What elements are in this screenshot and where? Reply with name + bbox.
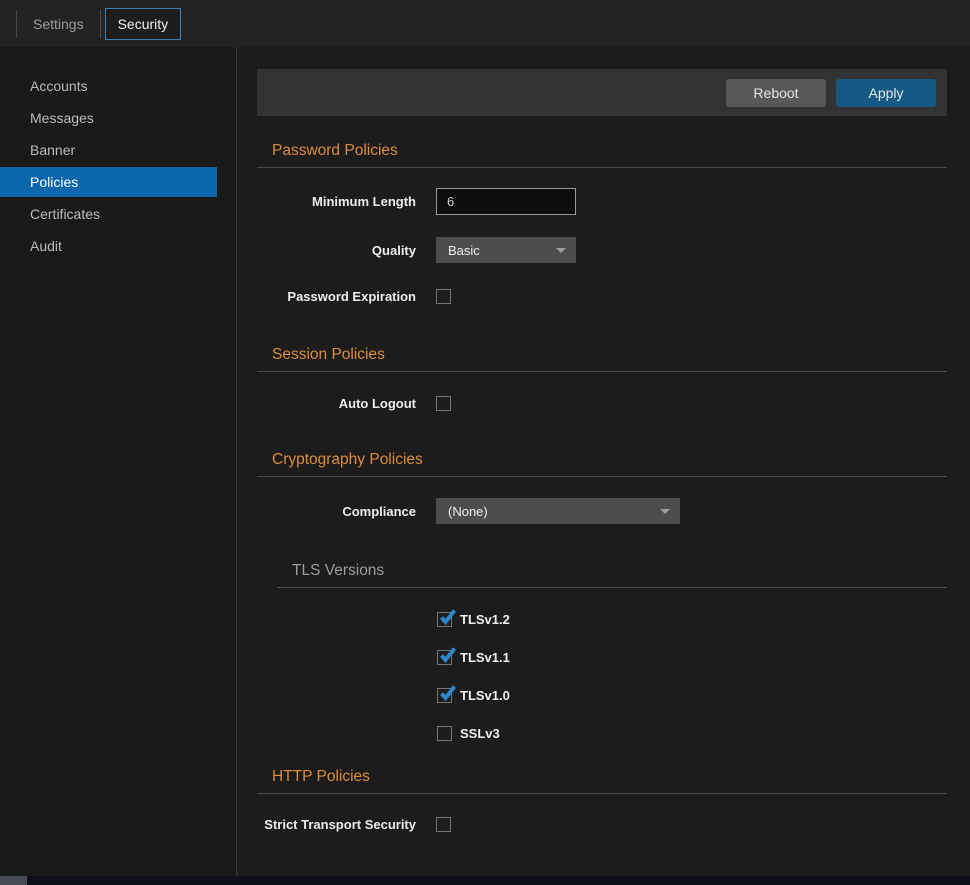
- quality-dropdown-value: Basic: [448, 243, 480, 258]
- tab-settings[interactable]: Settings: [17, 8, 100, 40]
- password-expiration-row: Password Expiration: [257, 289, 947, 304]
- auto-logout-row: Auto Logout: [257, 396, 947, 411]
- section-title-password-policies: Password Policies: [272, 142, 947, 160]
- top-tab-bar: Settings Security: [0, 0, 970, 47]
- tls-option-row: SSLv3: [437, 726, 947, 741]
- checkmark-icon: [439, 685, 456, 702]
- auto-logout-checkbox[interactable]: [436, 396, 451, 411]
- compliance-dropdown[interactable]: (None): [436, 498, 680, 524]
- auto-logout-label: Auto Logout: [257, 396, 416, 411]
- section-title-session-policies: Session Policies: [272, 346, 947, 364]
- tlsv1-1-label: TLSv1.1: [460, 650, 510, 665]
- chevron-down-icon: [660, 509, 670, 514]
- subsection-divider: [277, 587, 947, 588]
- sidebar-item-accounts[interactable]: Accounts: [0, 71, 236, 101]
- tab-divider: [100, 10, 101, 38]
- checkmark-icon: [439, 609, 456, 626]
- tlsv1-0-checkbox[interactable]: [437, 688, 452, 703]
- sidebar-item-certificates[interactable]: Certificates: [0, 199, 236, 229]
- compliance-label: Compliance: [257, 504, 416, 519]
- minimum-length-label: Minimum Length: [257, 194, 416, 209]
- toolbar: Reboot Apply: [257, 69, 947, 116]
- tls-option-row: TLSv1.2: [437, 612, 947, 627]
- scrollbar-thumb[interactable]: [0, 876, 27, 885]
- section-title-cryptography-policies: Cryptography Policies: [272, 451, 947, 469]
- section-divider: [257, 167, 947, 168]
- strict-transport-security-checkbox[interactable]: [436, 817, 451, 832]
- sidebar: Accounts Messages Banner Policies Certif…: [0, 47, 237, 885]
- tab-security[interactable]: Security: [105, 8, 182, 40]
- quality-row: Quality Basic: [257, 237, 947, 263]
- tls-option-row: TLSv1.0: [437, 688, 947, 703]
- tls-option-row: TLSv1.1: [437, 650, 947, 665]
- apply-button[interactable]: Apply: [836, 79, 936, 107]
- sidebar-item-banner[interactable]: Banner: [0, 135, 236, 165]
- compliance-row: Compliance (None): [257, 498, 947, 524]
- tlsv1-2-label: TLSv1.2: [460, 612, 510, 627]
- password-expiration-label: Password Expiration: [257, 289, 416, 304]
- sidebar-item-policies[interactable]: Policies: [0, 167, 217, 197]
- content-panel: Reboot Apply Password Policies Minimum L…: [237, 47, 970, 885]
- strict-transport-security-row: Strict Transport Security: [257, 817, 947, 832]
- minimum-length-row: Minimum Length: [257, 188, 947, 215]
- reboot-button[interactable]: Reboot: [726, 79, 826, 107]
- quality-label: Quality: [257, 243, 416, 258]
- section-divider: [257, 476, 947, 477]
- strict-transport-security-label: Strict Transport Security: [257, 817, 416, 832]
- section-divider: [257, 793, 947, 794]
- sidebar-item-audit[interactable]: Audit: [0, 231, 236, 261]
- minimum-length-input[interactable]: [436, 188, 576, 215]
- quality-dropdown[interactable]: Basic: [436, 237, 576, 263]
- chevron-down-icon: [556, 248, 566, 253]
- tlsv1-0-label: TLSv1.0: [460, 688, 510, 703]
- sidebar-item-messages[interactable]: Messages: [0, 103, 236, 133]
- password-expiration-checkbox[interactable]: [436, 289, 451, 304]
- tlsv1-2-checkbox[interactable]: [437, 612, 452, 627]
- sslv3-label: SSLv3: [460, 726, 500, 741]
- sslv3-checkbox[interactable]: [437, 726, 452, 741]
- main-area: Accounts Messages Banner Policies Certif…: [0, 47, 970, 885]
- horizontal-scrollbar[interactable]: [0, 876, 970, 885]
- checkmark-icon: [439, 647, 456, 664]
- compliance-dropdown-value: (None): [448, 504, 488, 519]
- tlsv1-1-checkbox[interactable]: [437, 650, 452, 665]
- section-divider: [257, 371, 947, 372]
- section-title-http-policies: HTTP Policies: [272, 768, 947, 786]
- subsection-title-tls-versions: TLS Versions: [292, 562, 947, 580]
